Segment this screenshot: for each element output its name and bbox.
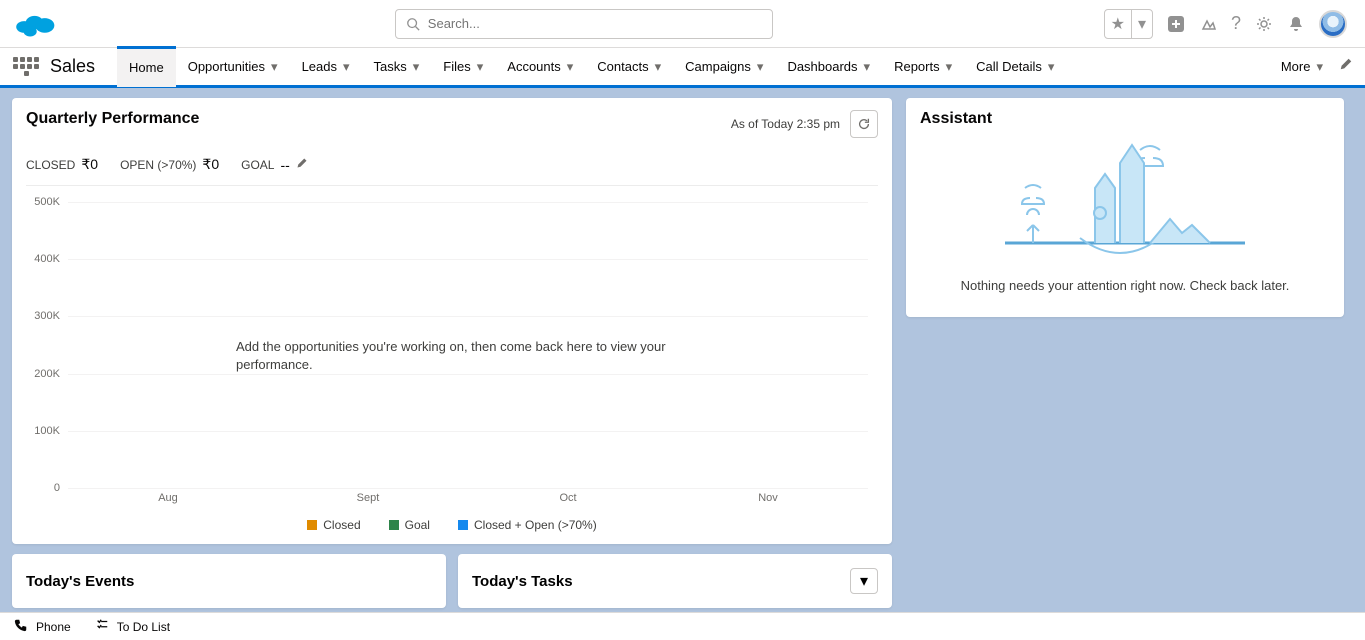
tab-contacts[interactable]: Contacts▾ xyxy=(585,47,673,87)
chevron-down-icon: ▾ xyxy=(1316,59,1323,75)
tab-reports[interactable]: Reports▾ xyxy=(882,47,964,87)
search-input[interactable] xyxy=(428,16,762,31)
phone-icon xyxy=(14,618,28,635)
legend-item: Goal xyxy=(389,518,430,532)
star-icon[interactable]: ★ xyxy=(1105,10,1132,38)
y-tick: 0 xyxy=(54,482,60,494)
y-tick: 100K xyxy=(34,425,60,437)
todays-tasks-card: Today's Tasks ▾ xyxy=(458,554,892,608)
list-icon xyxy=(95,618,109,635)
tab-dashboards[interactable]: Dashboards▾ xyxy=(775,47,882,87)
tab-tasks[interactable]: Tasks▾ xyxy=(362,47,432,87)
utility-phone[interactable]: Phone xyxy=(14,618,71,635)
tab-leads[interactable]: Leads▾ xyxy=(290,47,362,87)
tasks-title: Today's Tasks xyxy=(472,573,573,590)
chart-legend: Closed Goal Closed + Open (>70%) xyxy=(26,518,878,532)
tab-opportunities[interactable]: Opportunities▾ xyxy=(176,47,290,87)
tab-campaigns[interactable]: Campaigns▾ xyxy=(673,47,775,87)
app-name: Sales xyxy=(50,56,95,77)
x-tick: Aug xyxy=(68,492,268,512)
tab-files[interactable]: Files▾ xyxy=(431,47,495,87)
app-nav: Sales Home Opportunities▾ Leads▾ Tasks▾ … xyxy=(0,48,1365,88)
chevron-down-icon[interactable]: ▾ xyxy=(757,59,764,75)
chevron-down-icon[interactable]: ▾ xyxy=(1132,10,1152,38)
tab-accounts[interactable]: Accounts▾ xyxy=(495,47,585,87)
assistant-msg: Nothing needs your attention right now. … xyxy=(920,278,1330,293)
perf-asof: As of Today 2:35 pm xyxy=(731,117,840,131)
app-launcher-icon[interactable] xyxy=(12,53,40,81)
tab-call-details[interactable]: Call Details▾ xyxy=(964,47,1066,87)
x-tick: Nov xyxy=(668,492,868,512)
user-avatar[interactable] xyxy=(1319,10,1347,38)
edit-goal-pencil-icon[interactable] xyxy=(296,157,308,172)
y-tick: 500K xyxy=(34,196,60,208)
refresh-button[interactable] xyxy=(850,110,878,138)
legend-item: Closed xyxy=(307,518,360,532)
nav-more[interactable]: More▾ xyxy=(1281,59,1323,75)
tasks-filter-button[interactable]: ▾ xyxy=(850,568,878,594)
chevron-down-icon: ▾ xyxy=(860,571,868,591)
salesforce-logo-icon xyxy=(14,9,58,39)
global-search[interactable] xyxy=(395,9,773,39)
metric-goal: GOAL-- xyxy=(241,156,308,173)
metric-open: OPEN (>70%)₹0 xyxy=(120,156,219,173)
perf-empty-msg: Add the opportunities you're working on,… xyxy=(236,338,676,374)
y-tick: 300K xyxy=(34,310,60,322)
metric-closed: CLOSED₹0 xyxy=(26,156,98,173)
chevron-down-icon[interactable]: ▾ xyxy=(271,59,278,75)
chevron-down-icon[interactable]: ▾ xyxy=(567,59,574,75)
trailblazer-icon[interactable] xyxy=(1199,15,1217,33)
x-tick: Sept xyxy=(268,492,468,512)
perf-title: Quarterly Performance xyxy=(26,110,199,128)
assistant-illustration xyxy=(920,138,1330,258)
help-icon[interactable]: ? xyxy=(1231,13,1241,34)
todays-events-card: Today's Events xyxy=(12,554,446,608)
chevron-down-icon[interactable]: ▾ xyxy=(1048,59,1055,75)
utility-bar: Phone To Do List xyxy=(0,612,1365,640)
chevron-down-icon[interactable]: ▾ xyxy=(343,59,350,75)
x-tick: Oct xyxy=(468,492,668,512)
notifications-bell-icon[interactable] xyxy=(1287,15,1305,33)
assistant-card: Assistant Nothing needs your attenti xyxy=(906,98,1344,317)
tab-home[interactable]: Home xyxy=(117,46,176,87)
setup-gear-icon[interactable] xyxy=(1255,15,1273,33)
favorites[interactable]: ★ ▾ xyxy=(1104,9,1153,39)
search-icon xyxy=(406,17,420,31)
global-header: ★ ▾ ? xyxy=(0,0,1365,48)
y-tick: 400K xyxy=(34,253,60,265)
chevron-down-icon[interactable]: ▾ xyxy=(946,59,953,75)
chevron-down-icon[interactable]: ▾ xyxy=(864,59,871,75)
y-tick: 200K xyxy=(34,368,60,380)
utility-todo[interactable]: To Do List xyxy=(95,618,170,635)
chevron-down-icon[interactable]: ▾ xyxy=(655,59,662,75)
quarterly-performance-card: Quarterly Performance As of Today 2:35 p… xyxy=(12,98,892,544)
edit-nav-pencil-icon[interactable] xyxy=(1339,57,1353,76)
events-title: Today's Events xyxy=(26,573,134,590)
perf-chart: 0100K200K300K400K500K Add the opportunit… xyxy=(26,202,878,512)
add-icon[interactable] xyxy=(1167,15,1185,33)
assistant-title: Assistant xyxy=(920,110,1330,128)
chevron-down-icon[interactable]: ▾ xyxy=(413,59,420,75)
chevron-down-icon[interactable]: ▾ xyxy=(477,59,484,75)
legend-item: Closed + Open (>70%) xyxy=(458,518,597,532)
